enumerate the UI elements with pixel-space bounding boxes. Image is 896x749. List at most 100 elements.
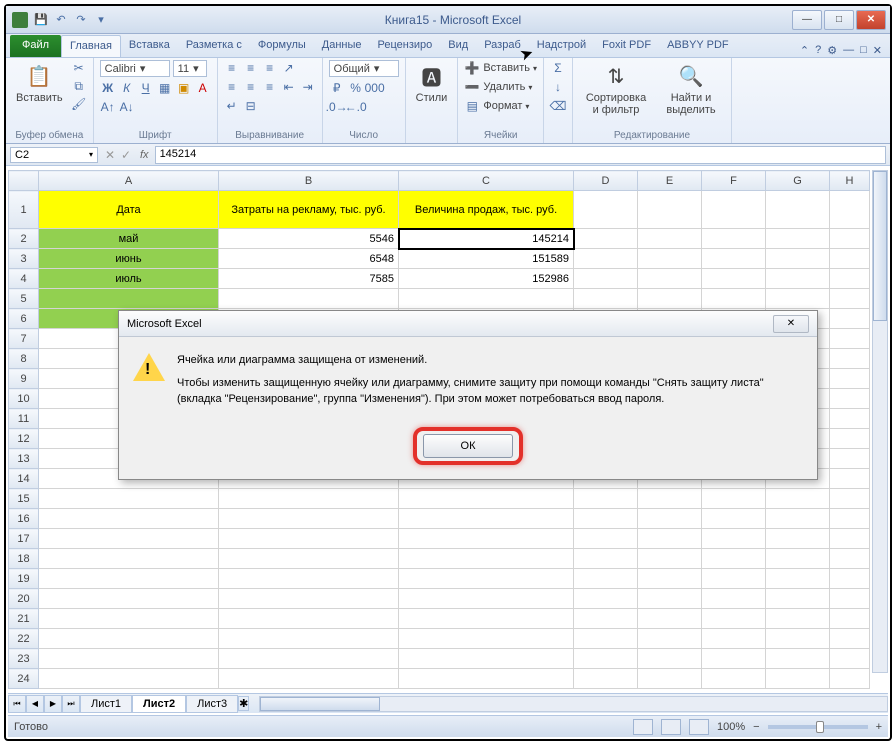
zoom-out-button[interactable]: − — [753, 721, 759, 733]
clear-icon[interactable]: ⌫ — [550, 98, 566, 114]
cell-H18[interactable] — [830, 549, 870, 569]
cell-G21[interactable] — [766, 609, 830, 629]
cell-E2[interactable] — [638, 229, 702, 249]
cell-F24[interactable] — [702, 669, 766, 689]
cell-C5[interactable] — [399, 289, 574, 309]
sheet-nav-next[interactable]: ▶ — [44, 695, 62, 713]
qat-dropdown-icon[interactable]: ▾ — [94, 13, 108, 27]
cell-E22[interactable] — [638, 629, 702, 649]
cell-B16[interactable] — [219, 509, 399, 529]
cell-B19[interactable] — [219, 569, 399, 589]
sheet-nav-prev[interactable]: ◀ — [26, 695, 44, 713]
cell-A4[interactable]: июль — [39, 269, 219, 289]
cell-G18[interactable] — [766, 549, 830, 569]
align-top-icon[interactable]: ≡ — [224, 60, 240, 76]
wrap-text-icon[interactable]: ↵ — [224, 98, 240, 114]
tab-данные[interactable]: Данные — [314, 35, 370, 57]
cell-H2[interactable] — [830, 229, 870, 249]
cell-E4[interactable] — [638, 269, 702, 289]
row-header-4[interactable]: 4 — [9, 269, 39, 289]
align-center-icon[interactable]: ≡ — [243, 79, 259, 95]
align-right-icon[interactable]: ≡ — [262, 79, 278, 95]
sheet-nav-first[interactable]: ⏮ — [8, 695, 26, 713]
cell-B2[interactable]: 5546 — [219, 229, 399, 249]
cell-B1[interactable]: Затраты на рекламу, тыс. руб. — [219, 191, 399, 229]
cell-A23[interactable] — [39, 649, 219, 669]
cell-D22[interactable] — [574, 629, 638, 649]
dialog-close-button[interactable]: ✕ — [773, 315, 809, 333]
currency-icon[interactable]: ₽ — [329, 80, 345, 96]
cell-D21[interactable] — [574, 609, 638, 629]
cell-D23[interactable] — [574, 649, 638, 669]
col-header-G[interactable]: G — [766, 171, 830, 191]
redo-icon[interactable]: ↷ — [74, 13, 88, 27]
cell-G24[interactable] — [766, 669, 830, 689]
cell-A2[interactable]: май — [39, 229, 219, 249]
increase-decimal-icon[interactable]: .0→ — [329, 99, 345, 115]
cut-icon[interactable]: ✂ — [71, 60, 87, 76]
cell-H6[interactable] — [830, 309, 870, 329]
new-sheet-button[interactable]: ✱ — [238, 696, 249, 711]
cell-G20[interactable] — [766, 589, 830, 609]
row-header-23[interactable]: 23 — [9, 649, 39, 669]
cell-H7[interactable] — [830, 329, 870, 349]
formula-input[interactable]: 145214 — [155, 146, 886, 164]
cell-A5[interactable] — [39, 289, 219, 309]
format-painter-icon[interactable]: 🖌 — [71, 96, 87, 112]
row-header-6[interactable]: 6 — [9, 309, 39, 329]
cell-A20[interactable] — [39, 589, 219, 609]
tab-вид[interactable]: Вид — [440, 35, 476, 57]
cell-G15[interactable] — [766, 489, 830, 509]
cell-C24[interactable] — [399, 669, 574, 689]
align-bottom-icon[interactable]: ≡ — [262, 60, 278, 76]
cell-H13[interactable] — [830, 449, 870, 469]
cell-H12[interactable] — [830, 429, 870, 449]
cell-B18[interactable] — [219, 549, 399, 569]
horizontal-scroll-thumb[interactable] — [260, 697, 380, 711]
autosum-icon[interactable]: Σ — [550, 60, 566, 76]
cell-D16[interactable] — [574, 509, 638, 529]
file-tab[interactable]: Файл — [10, 35, 61, 57]
percent-icon[interactable]: % — [348, 80, 364, 96]
cell-B3[interactable]: 6548 — [219, 249, 399, 269]
fill-icon[interactable]: ↓ — [550, 79, 566, 95]
cell-H21[interactable] — [830, 609, 870, 629]
cell-D15[interactable] — [574, 489, 638, 509]
col-header-H[interactable]: H — [830, 171, 870, 191]
zoom-slider[interactable] — [768, 725, 868, 729]
cell-H10[interactable] — [830, 389, 870, 409]
cell-A16[interactable] — [39, 509, 219, 529]
font-name-combo[interactable]: Calibri▾ — [100, 60, 170, 77]
cell-E18[interactable] — [638, 549, 702, 569]
cell-E24[interactable] — [638, 669, 702, 689]
styles-button[interactable]: 🅰 Стили — [412, 60, 452, 106]
ok-button[interactable]: ОК — [423, 434, 513, 458]
ribbon-minimize-icon[interactable]: ⌃ — [800, 44, 809, 57]
row-header-3[interactable]: 3 — [9, 249, 39, 269]
fx-icon[interactable]: fx — [140, 149, 149, 161]
cell-B5[interactable] — [219, 289, 399, 309]
row-header-13[interactable]: 13 — [9, 449, 39, 469]
vertical-scroll-thumb[interactable] — [873, 171, 887, 321]
tab-foxit pdf[interactable]: Foxit PDF — [594, 35, 659, 57]
cell-H23[interactable] — [830, 649, 870, 669]
cell-C1[interactable]: Величина продаж, тыс. руб. — [399, 191, 574, 229]
cell-H17[interactable] — [830, 529, 870, 549]
cell-B22[interactable] — [219, 629, 399, 649]
cell-D19[interactable] — [574, 569, 638, 589]
cell-E17[interactable] — [638, 529, 702, 549]
cell-F3[interactable] — [702, 249, 766, 269]
cell-H5[interactable] — [830, 289, 870, 309]
cell-F22[interactable] — [702, 629, 766, 649]
copy-icon[interactable]: ⧉ — [71, 78, 87, 94]
tab-abbyy pdf[interactable]: ABBYY PDF — [659, 35, 737, 57]
cell-B21[interactable] — [219, 609, 399, 629]
indent-decrease-icon[interactable]: ⇤ — [281, 79, 297, 95]
tab-разраб[interactable]: Разраб — [476, 35, 529, 57]
cell-A24[interactable] — [39, 669, 219, 689]
zoom-thumb[interactable] — [816, 721, 824, 733]
font-color-icon[interactable]: A — [195, 80, 211, 96]
cell-H8[interactable] — [830, 349, 870, 369]
cancel-formula-icon[interactable]: ✕ — [102, 147, 118, 163]
cell-A22[interactable] — [39, 629, 219, 649]
